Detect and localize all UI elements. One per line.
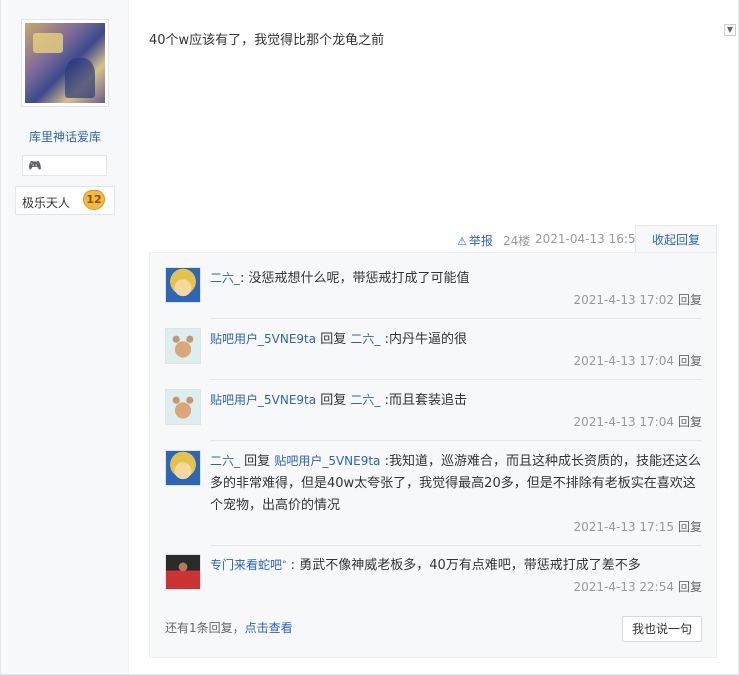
reply-text: :内丹牛逼的很	[384, 332, 467, 347]
reply-button[interactable]: 回复	[678, 580, 702, 594]
luffy-avatar[interactable]	[165, 267, 201, 303]
reply-footer: 2021-4-13 17:04 回复	[573, 413, 702, 430]
reply-sep: :	[290, 558, 296, 573]
bear-avatar[interactable]	[165, 328, 201, 364]
reply-button[interactable]: 回复	[678, 520, 702, 534]
author-sidebar: 库里神话爱库 🎮 极乐天人 12	[1, 0, 129, 674]
list-item: 贴吧用户_5VNE9ta 回复 二六_ :内丹牛逼的很 2021-4-13 17…	[165, 328, 702, 388]
level-badge: 12	[83, 190, 105, 210]
player-avatar[interactable]	[165, 554, 201, 590]
reply-time: 2021-4-13 17:04	[573, 354, 674, 368]
reply-list: 二六_: 没惩戒想什么呢，带惩戒打成了可能值 2021-4-13 17:02 回复…	[149, 252, 717, 658]
warning-icon: ⚠	[457, 235, 467, 248]
report-link[interactable]: ⚠ 举报	[457, 232, 493, 249]
say-something-button[interactable]: 我也说一句	[622, 616, 702, 642]
author-icon-box: 🎮	[22, 155, 107, 176]
reply-button[interactable]: 回复	[678, 293, 702, 307]
reply-to-user[interactable]: 二六_	[350, 332, 380, 346]
reply-body: 贴吧用户_5VNE9ta 回复 二六_ :而且套装追击	[210, 389, 702, 412]
reply-user[interactable]: 二六_	[210, 271, 240, 285]
list-item: 二六_ 回复 贴吧用户_5VNE9ta :我知道，巡游难合，而且这种成长资质的，…	[165, 450, 702, 550]
author-avatar-image	[25, 23, 105, 103]
post-content: 40个w应该有了，我觉得比那个龙龟之前	[149, 33, 385, 48]
reply-footer: 2021-4-13 17:04 回复	[573, 352, 702, 369]
floor-number: 24楼	[503, 234, 531, 248]
reply-button[interactable]: 回复	[678, 354, 702, 368]
view-more-link[interactable]: 点击查看	[245, 621, 293, 635]
reply-body: 专门来看蛇吧° : 勇武不像神威老板多，40万有点难吧，带惩戒打成了差不多	[210, 554, 702, 577]
chevron-down-icon[interactable]: ▼	[724, 24, 736, 36]
reply-prefix: 回复	[244, 454, 271, 469]
reply-to-user[interactable]: 二六_	[350, 393, 380, 407]
reply-text: 勇武不像神威老板多，40万有点难吧，带惩戒打成了差不多	[299, 558, 641, 573]
more-prefix: 还有1条回复，	[165, 621, 245, 635]
more-replies: 还有1条回复，点击查看	[165, 619, 293, 636]
level-title: 极乐天人	[22, 196, 71, 210]
author-level-box[interactable]: 极乐天人 12	[15, 186, 115, 215]
reply-time: 2021-4-13 17:02	[573, 293, 674, 307]
post-time: 2021-04-13 16:53	[535, 232, 644, 246]
collapse-replies-button[interactable]: 收起回复	[635, 225, 717, 253]
reply-footer: 2021-4-13 22:54 回复	[573, 578, 702, 595]
reply-to-user[interactable]: 贴吧用户_5VNE9ta	[274, 454, 380, 468]
divider	[210, 440, 702, 441]
luffy-avatar[interactable]	[165, 450, 201, 486]
reply-button[interactable]: 回复	[678, 415, 702, 429]
reply-sep: :	[240, 271, 245, 286]
reply-user[interactable]: 贴吧用户_5VNE9ta	[210, 393, 316, 407]
list-item: 二六_: 没惩戒想什么呢，带惩戒打成了可能值 2021-4-13 17:02 回复	[165, 267, 702, 327]
divider	[210, 379, 702, 380]
reply-user[interactable]: 贴吧用户_5VNE9ta	[210, 332, 316, 346]
reply-body: 二六_ 回复 贴吧用户_5VNE9ta :我知道，巡游难合，而且这种成长资质的，…	[210, 450, 702, 517]
reply-user[interactable]: 专门来看蛇吧	[210, 558, 282, 572]
bear-avatar[interactable]	[165, 389, 201, 425]
divider	[210, 545, 702, 546]
reply-text: 没惩戒想什么呢，带惩戒打成了可能值	[248, 271, 470, 286]
reply-prefix: 回复	[320, 393, 347, 408]
list-item: 专门来看蛇吧° : 勇武不像神威老板多，40万有点难吧，带惩戒打成了差不多 20…	[165, 554, 702, 604]
user-mark: °	[282, 560, 287, 570]
report-label: 举报	[468, 234, 493, 248]
reply-time: 2021-4-13 22:54	[573, 580, 674, 594]
reply-user[interactable]: 二六_	[210, 454, 240, 468]
list-item: 贴吧用户_5VNE9ta 回复 二六_ :而且套装追击 2021-4-13 17…	[165, 389, 702, 449]
divider	[210, 318, 702, 319]
reply-text: :而且套装追击	[384, 393, 467, 408]
reply-footer: 2021-4-13 17:15 回复	[573, 518, 702, 535]
reply-body: 二六_: 没惩戒想什么呢，带惩戒打成了可能值	[210, 267, 702, 290]
reply-prefix: 回复	[320, 332, 347, 347]
author-avatar[interactable]	[21, 19, 109, 107]
reply-time: 2021-4-13 17:04	[573, 415, 674, 429]
reply-body: 贴吧用户_5VNE9ta 回复 二六_ :内丹牛逼的很	[210, 328, 702, 351]
gamepad-icon[interactable]: 🎮	[28, 159, 42, 172]
reply-footer: 2021-4-13 17:02 回复	[573, 291, 702, 308]
reply-time: 2021-4-13 17:15	[573, 520, 674, 534]
author-name[interactable]: 库里神话爱库	[1, 128, 129, 145]
